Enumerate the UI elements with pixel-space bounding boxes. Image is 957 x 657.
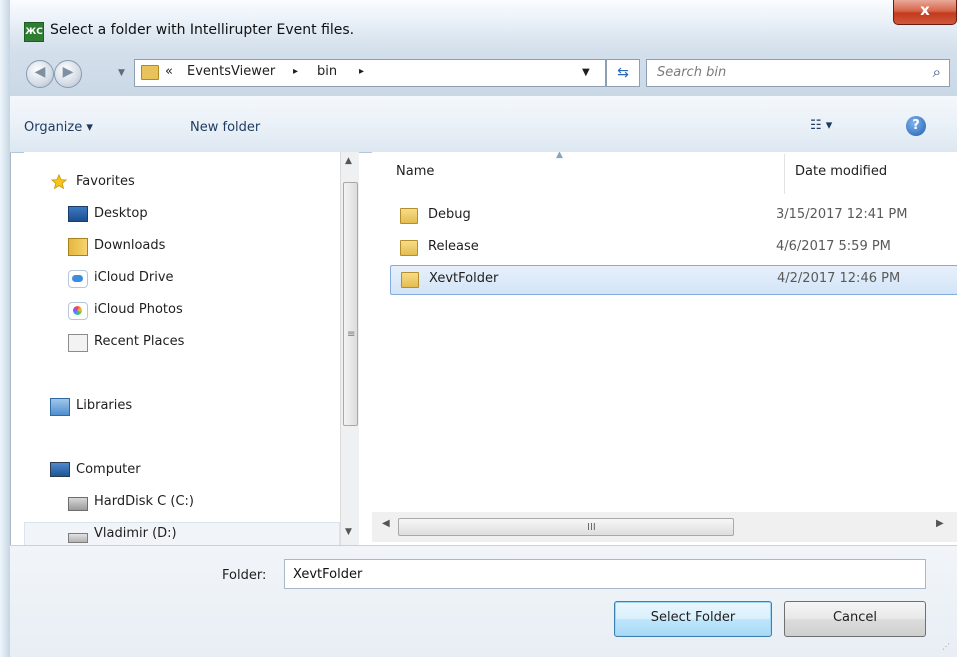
scroll-down-icon[interactable]: ▼ [345, 527, 352, 537]
breadcrumb-separator[interactable]: ▸ [293, 66, 298, 77]
nav-item-label: Vladimir (D:) [94, 526, 177, 541]
nav-item-label: Downloads [94, 238, 166, 253]
search-placeholder: Search bin [657, 65, 727, 80]
horizontal-scrollbar[interactable]: ◀ III ▶ [372, 512, 957, 542]
command-toolbar: Organize ▾ New folder ☷ ▾ ? [10, 96, 957, 153]
resize-grip-icon[interactable]: ⋰ [942, 642, 950, 651]
search-icon[interactable]: ⌕ [933, 63, 941, 81]
file-row-release[interactable]: Release 4/6/2017 5:59 PM [390, 234, 956, 262]
folder-icon [401, 272, 419, 288]
address-bar[interactable]: « EventsViewer ▸ bin ▸ ▼ [134, 59, 606, 87]
breadcrumb-separator[interactable]: ▸ [359, 66, 364, 77]
column-header-name[interactable]: Name [396, 164, 434, 179]
cancel-button[interactable]: Cancel [784, 601, 926, 637]
nav-item-label: HardDisk C (C:) [94, 494, 194, 509]
file-name: Release [428, 239, 479, 254]
file-date: 3/15/2017 12:41 PM [776, 207, 908, 222]
search-box[interactable]: Search bin ⌕ [646, 59, 950, 87]
sort-ascending-icon: ▲ [556, 152, 563, 160]
new-folder-button[interactable]: New folder [190, 120, 260, 135]
file-date: 4/6/2017 5:59 PM [776, 239, 891, 254]
nav-favorites-label: Favorites [76, 174, 135, 189]
scroll-right-icon[interactable]: ▶ [936, 518, 944, 529]
recent-locations-dropdown[interactable]: ▼ [118, 68, 125, 78]
grip-icon: ≡ [347, 329, 356, 340]
file-row-debug[interactable]: Debug 3/15/2017 12:41 PM [390, 202, 956, 230]
libraries-icon [50, 398, 70, 416]
back-arrow-icon: ◀ [34, 64, 46, 80]
change-view-button[interactable]: ☷ ▾ [810, 118, 832, 133]
nav-item-label: iCloud Photos [94, 302, 183, 317]
breadcrumb-overflow[interactable]: « [165, 64, 173, 79]
scrollbar-thumb[interactable]: III [398, 518, 734, 536]
window-title: Select a folder with Intellirupter Event… [50, 22, 355, 38]
breadcrumb-bin[interactable]: bin [317, 64, 337, 79]
drive-icon [68, 497, 88, 511]
grip-icon: III [587, 522, 596, 533]
forward-arrow-icon: ▶ [62, 64, 74, 80]
close-button[interactable]: x [893, 0, 957, 25]
photos-icon [68, 302, 88, 320]
drive-icon [68, 533, 88, 543]
folder-icon [400, 208, 418, 224]
scroll-left-icon[interactable]: ◀ [382, 518, 390, 529]
folder-label: Folder: [222, 568, 267, 583]
star-icon [50, 174, 68, 190]
app-icon: ЖС [24, 22, 44, 42]
navigation-pane: Favorites Desktop Downloads iCloud Drive… [24, 152, 340, 545]
navigation-scrollbar[interactable]: ▲ ≡ ▼ [340, 152, 359, 545]
downloads-icon [68, 238, 88, 256]
file-name: Debug [428, 207, 471, 222]
recent-places-icon [68, 334, 88, 352]
select-folder-button[interactable]: Select Folder [614, 601, 772, 637]
nav-item-label: Desktop [94, 206, 148, 221]
cloud-icon [68, 270, 88, 288]
address-dropdown-icon[interactable]: ▼ [582, 67, 590, 78]
folder-icon [141, 65, 159, 80]
scrollbar-thumb[interactable]: ≡ [343, 182, 358, 426]
nav-libraries-label: Libraries [76, 398, 133, 413]
folder-input[interactable] [284, 559, 926, 589]
file-date: 4/2/2017 12:46 PM [777, 271, 901, 286]
title-bar: ЖС Select a folder with Intellirupter Ev… [10, 0, 957, 52]
refresh-button[interactable]: ⇆ [606, 59, 640, 87]
breadcrumb-eventsviewer[interactable]: EventsViewer [187, 64, 275, 79]
nav-computer-label: Computer [76, 462, 141, 477]
refresh-icon: ⇆ [617, 65, 629, 81]
nav-item-label: Recent Places [94, 334, 185, 349]
file-list: Name ▲ Date modified Debug 3/15/2017 12:… [372, 152, 957, 512]
close-icon: x [920, 1, 930, 19]
computer-icon [50, 462, 70, 477]
back-button[interactable]: ◀ [26, 60, 54, 88]
desktop-icon [68, 206, 88, 222]
file-name: XevtFolder [429, 271, 499, 286]
column-divider[interactable] [784, 154, 785, 194]
address-row: ◀ ▶ ▼ « EventsViewer ▸ bin ▸ ▼ ⇆ Search … [10, 52, 957, 96]
file-row-xevtfolder[interactable]: XevtFolder 4/2/2017 12:46 PM [390, 265, 957, 295]
folder-picker-dialog: ЖС Select a folder with Intellirupter Ev… [0, 0, 957, 657]
nav-item-label: iCloud Drive [94, 270, 174, 285]
bottom-panel: Folder: Select Folder Cancel ⋰ [10, 545, 957, 657]
organize-button[interactable]: Organize ▾ [24, 120, 93, 135]
folder-icon [400, 240, 418, 256]
column-header-date-modified[interactable]: Date modified [795, 164, 887, 179]
scroll-up-icon[interactable]: ▲ [345, 156, 352, 166]
help-button[interactable]: ? [906, 116, 926, 136]
forward-button[interactable]: ▶ [54, 60, 82, 88]
